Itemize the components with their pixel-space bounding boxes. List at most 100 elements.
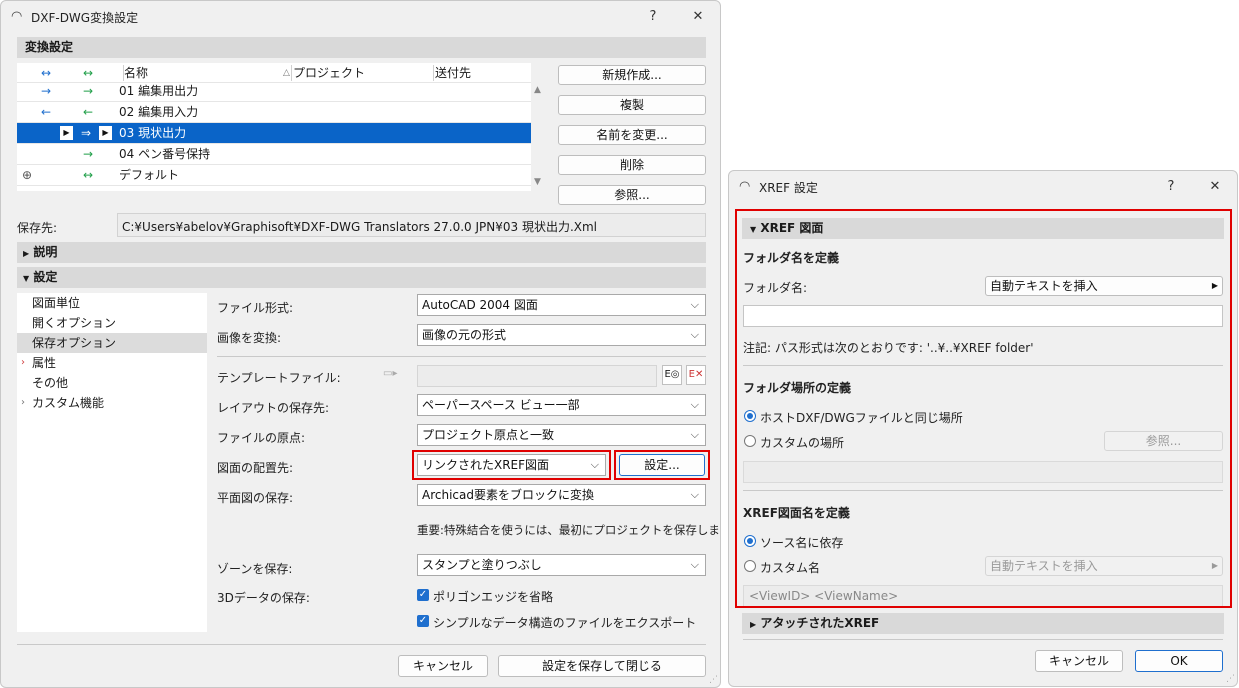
export-arrow-icon: → (83, 147, 94, 161)
chevron-down-icon: ⌵ (690, 398, 699, 411)
list-item[interactable]: ⊕ ↔ デフォルト (17, 165, 531, 186)
nav-item-custom[interactable]: カスタム機能 (17, 393, 207, 413)
bidirectional-arrow-icon: ↔ (83, 168, 94, 182)
convert-image-select[interactable]: 画像の元の形式 ⌵ (417, 324, 706, 346)
data3d-label: 3Dデータの保存: (217, 591, 310, 605)
import-arrow-icon: ← (41, 105, 52, 119)
title-bar: ◠ DXF-DWG変換設定 ? ✕ (1, 1, 720, 33)
list-item-name: 04 ペン番号保持 (119, 147, 211, 161)
settings-label: 設定 (33, 270, 58, 284)
dxf-dwg-dialog: ◠ DXF-DWG変換設定 ? ✕ 変換設定 ↔ ↔ 名称 △ プロジェクト 送… (0, 0, 721, 688)
polygon-edge-label: ポリゴンエッジを省略 (433, 590, 554, 604)
export-arrow-icon: → (83, 84, 94, 98)
play-icon: ▶ (99, 126, 112, 140)
expand-icon: ▶ (23, 249, 30, 258)
list-item[interactable]: ← ← 02 編集用入力 (17, 102, 531, 123)
cancel-button[interactable]: キャンセル (1035, 650, 1123, 672)
resize-grip-icon[interactable]: ⋰ (1226, 674, 1235, 684)
divider (17, 644, 706, 645)
attached-xref-label: アタッチされたXREF (760, 616, 880, 630)
file-format-select[interactable]: AutoCAD 2004 図面 ⌵ (417, 294, 706, 316)
cancel-button[interactable]: キャンセル (398, 655, 488, 677)
resize-grip-icon[interactable]: ⋰ (709, 675, 718, 685)
list-item-name: 03 現状出力 (119, 126, 187, 140)
file-format-value: AutoCAD 2004 図面 (422, 298, 538, 312)
translation-settings-header: 変換設定 (17, 37, 706, 58)
layout-value: ペーパースペース ビュー一部 (422, 398, 580, 412)
scroll-up-icon[interactable]: ▲ (534, 85, 541, 95)
col-divider (123, 65, 124, 81)
export-arrow-icon: ⇒ (81, 126, 92, 140)
attached-xref-header[interactable]: ▶ アタッチされたXREF (742, 613, 1224, 634)
origin-select[interactable]: プロジェクト原点と一致 ⌵ (417, 424, 706, 446)
file-format-label: ファイル形式: (217, 301, 294, 315)
chevron-down-icon: ⌵ (690, 558, 699, 571)
settings-header[interactable]: ▼ 設定 (17, 267, 706, 288)
lock-icon: ⊕ (22, 168, 33, 182)
sort-up-icon: △ (283, 68, 290, 78)
preview-icon[interactable]: E◎ (662, 365, 682, 385)
save-to-path: C:¥Users¥abelov¥Graphisoft¥DXF-DWG Trans… (122, 220, 598, 234)
window-title: XREF 設定 (759, 181, 818, 195)
zone-value: スタンプと塗りつぶし (422, 558, 542, 572)
xref-settings-dialog: ◠ XREF 設定 ? ✕ ▼ XREF 図面 フォルダ名を定義 フォルダ名: … (728, 170, 1238, 687)
collapse-icon: ▼ (23, 274, 30, 283)
close-icon[interactable]: ✕ (1204, 177, 1226, 197)
help-button[interactable]: ? (642, 7, 664, 27)
nav-item-drawing-units[interactable]: 図面単位 (17, 293, 207, 313)
list-header: ↔ ↔ 名称 △ プロジェクト 送付先 (17, 63, 531, 83)
zone-select[interactable]: スタンプと塗りつぶし ⌵ (417, 554, 706, 576)
plan-value: Archicad要素をブロックに変換 (422, 488, 594, 502)
new-button[interactable]: 新規作成... (558, 65, 706, 85)
list-item-selected[interactable]: ▶ ⇒ ▶ 03 現状出力 (17, 123, 531, 144)
col-name[interactable]: 名称 (124, 63, 148, 83)
clear-icon[interactable]: E✕ (686, 365, 706, 385)
description-header[interactable]: ▶ 説明 (17, 242, 706, 263)
chevron-down-icon: ⌵ (690, 298, 699, 311)
play-icon: ▶ (60, 126, 73, 140)
browse-button[interactable]: 参照... (558, 185, 706, 205)
layout-select[interactable]: ペーパースペース ビュー一部 ⌵ (417, 394, 706, 416)
list-item-name: 02 編集用入力 (119, 105, 199, 119)
save-to-label: 保存先: (17, 221, 58, 235)
col-arrow-icon: ↔ (41, 66, 52, 80)
nav-item-open-options[interactable]: 開くオプション (17, 313, 207, 333)
rename-button[interactable]: 名前を変更... (558, 125, 706, 145)
export-arrow-icon: → (41, 84, 52, 98)
list-item[interactable]: → → 01 編集用出力 (17, 81, 531, 102)
divider (217, 356, 706, 357)
nav-item-save-options[interactable]: 保存オプション (17, 333, 207, 353)
highlight-box (735, 209, 1232, 608)
duplicate-button[interactable]: 複製 (558, 95, 706, 115)
window-title: DXF-DWG変換設定 (31, 11, 139, 25)
col-dest[interactable]: 送付先 (435, 63, 471, 83)
nav-item-attributes[interactable]: 属性 (17, 353, 207, 373)
list-item-name: 01 編集用出力 (119, 84, 199, 98)
help-button[interactable]: ? (1160, 177, 1182, 197)
layout-label: レイアウトの保存先: (217, 401, 330, 415)
save-close-button[interactable]: 設定を保存して閉じる (498, 655, 706, 677)
chevron-down-icon: ⌵ (690, 428, 699, 441)
ok-button[interactable]: OK (1135, 650, 1223, 672)
list-item[interactable]: → 04 ペン番号保持 (17, 144, 531, 165)
simple-structure-label: シンプルなデータ構造のファイルをエクスポート (433, 616, 697, 630)
expand-icon: ▶ (750, 620, 757, 629)
app-icon: ◠ (739, 179, 751, 194)
origin-value: プロジェクト原点と一致 (422, 428, 555, 442)
simple-structure-checkbox[interactable]: ✓ (417, 615, 429, 627)
col-divider (433, 65, 434, 81)
close-icon[interactable]: ✕ (687, 7, 709, 27)
polygon-edge-checkbox[interactable]: ✓ (417, 589, 429, 601)
delete-button[interactable]: 削除 (558, 155, 706, 175)
nav-item-other[interactable]: その他 (17, 373, 207, 393)
scroll-down-icon[interactable]: ▼ (534, 177, 541, 187)
col-divider (291, 65, 292, 81)
highlight-box (412, 450, 611, 480)
convert-image-label: 画像を変換: (217, 331, 282, 345)
col-project[interactable]: プロジェクト (293, 63, 365, 83)
zone-label: ゾーンを保存: (217, 562, 293, 576)
highlight-box (614, 450, 710, 480)
plan-select[interactable]: Archicad要素をブロックに変換 ⌵ (417, 484, 706, 506)
folder-icon[interactable]: ▭▸ (383, 368, 409, 384)
col-arrow-icon: ↔ (83, 66, 94, 80)
